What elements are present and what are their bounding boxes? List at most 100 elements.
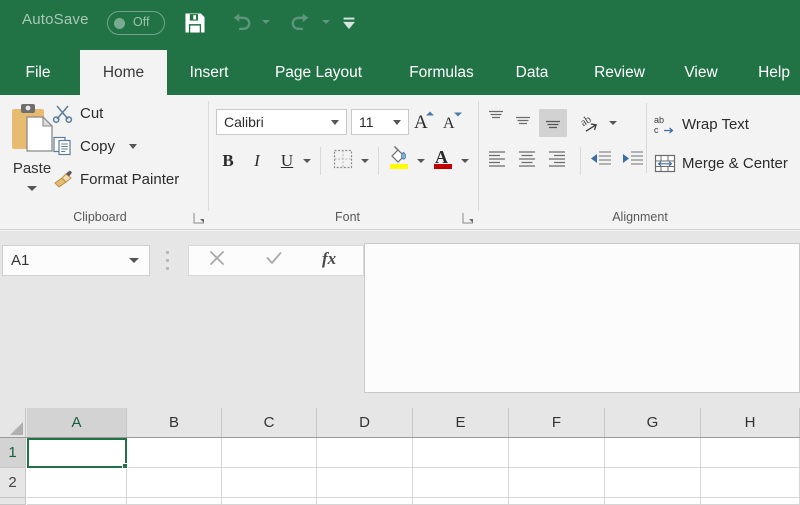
cell-H1[interactable] — [701, 438, 800, 468]
tab-insert[interactable]: Insert — [176, 50, 242, 95]
merge-and-center-button[interactable]: Merge & Center — [654, 150, 788, 176]
row-header-3[interactable] — [0, 498, 26, 505]
tab-review[interactable]: Review — [579, 50, 660, 95]
paste-dropdown-caret-icon[interactable] — [27, 186, 37, 191]
tab-view[interactable]: View — [673, 50, 729, 95]
cell-C2[interactable] — [222, 468, 317, 498]
grow-font-button[interactable]: A — [412, 109, 438, 135]
fill-color-dropdown-caret-icon[interactable] — [417, 159, 425, 163]
tab-file[interactable]: File — [14, 50, 62, 95]
column-header-G[interactable]: G — [605, 408, 701, 437]
cell-B1[interactable] — [127, 438, 222, 468]
bold-button[interactable]: B — [216, 147, 240, 175]
italic-button[interactable]: I — [245, 147, 269, 175]
copy-button[interactable]: Copy — [52, 133, 138, 159]
row-header-2[interactable]: 2 — [0, 468, 26, 498]
column-header-A[interactable]: A — [27, 408, 127, 437]
confirm-check-icon[interactable] — [264, 248, 284, 273]
align-middle-button[interactable] — [511, 109, 535, 135]
chevron-down-icon[interactable] — [129, 258, 139, 263]
svg-text:ab: ab — [654, 115, 664, 125]
align-top-button[interactable] — [484, 107, 508, 133]
merge-cells-icon — [654, 153, 676, 173]
underline-button[interactable]: U — [275, 147, 299, 175]
align-bottom-button[interactable] — [539, 109, 567, 137]
cancel-x-icon[interactable] — [207, 248, 227, 273]
cut-button[interactable]: Cut — [52, 100, 103, 126]
select-all-corner-icon[interactable] — [0, 408, 26, 437]
cell-H3[interactable] — [701, 498, 800, 505]
cell-F3[interactable] — [509, 498, 605, 505]
redo-icon[interactable] — [288, 10, 314, 41]
cell-C1[interactable] — [222, 438, 317, 468]
undo-icon[interactable] — [228, 10, 254, 41]
format-painter-button[interactable]: Format Painter — [52, 166, 179, 192]
column-header-C[interactable]: C — [222, 408, 317, 437]
copy-dropdown-caret-icon[interactable] — [129, 143, 138, 149]
cell-D3[interactable] — [317, 498, 413, 505]
column-header-F[interactable]: F — [509, 408, 605, 437]
borders-button[interactable] — [330, 147, 356, 175]
column-header-H[interactable]: H — [701, 408, 800, 437]
text-orientation-dropdown-caret-icon[interactable] — [609, 121, 617, 125]
cell-E3[interactable] — [413, 498, 509, 505]
cell-D1[interactable] — [317, 438, 413, 468]
borders-icon — [333, 149, 353, 174]
tab-help[interactable]: Help — [748, 50, 800, 95]
fill-color-button[interactable] — [386, 145, 412, 175]
font-name-combobox[interactable]: Calibri — [216, 109, 347, 135]
autosave-toggle[interactable]: Off — [107, 11, 165, 35]
font-size-combobox[interactable]: 11 — [351, 109, 409, 135]
column-header-D[interactable]: D — [317, 408, 413, 437]
cell-D2[interactable] — [317, 468, 413, 498]
shrink-font-button[interactable]: A — [440, 109, 466, 135]
cell-B2[interactable] — [127, 468, 222, 498]
align-right-button[interactable] — [544, 147, 570, 175]
formula-input[interactable] — [364, 243, 800, 393]
name-box-resize-grip[interactable] — [166, 251, 170, 270]
paintbrush-icon — [52, 169, 74, 189]
cell-E2[interactable] — [413, 468, 509, 498]
wrap-text-button[interactable]: ab c Wrap Text — [654, 111, 749, 137]
save-icon[interactable] — [182, 10, 208, 41]
text-orientation-button[interactable]: ab — [578, 109, 604, 137]
cell-A2[interactable] — [27, 468, 127, 498]
svg-text:A: A — [443, 115, 455, 132]
cell-C3[interactable] — [222, 498, 317, 505]
cell-G2[interactable] — [605, 468, 701, 498]
column-header-E[interactable]: E — [413, 408, 509, 437]
fill-handle[interactable] — [122, 463, 128, 469]
cell-G1[interactable] — [605, 438, 701, 468]
cell-E1[interactable] — [413, 438, 509, 468]
undo-dropdown-caret-icon[interactable] — [262, 20, 270, 24]
chevron-down-icon[interactable] — [393, 119, 401, 125]
active-cell-selection[interactable] — [27, 438, 127, 468]
font-color-dropdown-caret-icon[interactable] — [461, 159, 469, 163]
column-header-B[interactable]: B — [127, 408, 222, 437]
clipboard-dialog-launcher-icon[interactable] — [193, 211, 205, 224]
decrease-indent-button[interactable] — [586, 147, 614, 175]
redo-dropdown-caret-icon[interactable] — [322, 20, 330, 24]
align-center-button[interactable] — [514, 147, 540, 175]
cell-F2[interactable] — [509, 468, 605, 498]
font-color-button[interactable]: A — [430, 145, 456, 175]
cell-F1[interactable] — [509, 438, 605, 468]
customize-quick-access-toolbar-icon[interactable] — [336, 10, 362, 41]
cell-G3[interactable] — [605, 498, 701, 505]
name-box[interactable]: A1 — [2, 245, 150, 276]
insert-function-fx-icon[interactable]: fx — [321, 247, 345, 274]
cell-A3[interactable] — [27, 498, 127, 505]
chevron-down-icon[interactable] — [331, 119, 339, 125]
tab-home[interactable]: Home — [80, 50, 167, 95]
font-dialog-launcher-icon[interactable] — [462, 211, 474, 224]
tab-data[interactable]: Data — [504, 50, 560, 95]
tab-page-layout[interactable]: Page Layout — [258, 50, 379, 95]
increase-indent-button[interactable] — [618, 147, 646, 175]
cell-H2[interactable] — [701, 468, 800, 498]
row-header-1[interactable]: 1 — [0, 438, 26, 468]
align-left-button[interactable] — [484, 147, 510, 175]
cell-B3[interactable] — [127, 498, 222, 505]
tab-formulas[interactable]: Formulas — [394, 50, 489, 95]
underline-dropdown-caret-icon[interactable] — [303, 159, 311, 163]
borders-dropdown-caret-icon[interactable] — [361, 159, 369, 163]
